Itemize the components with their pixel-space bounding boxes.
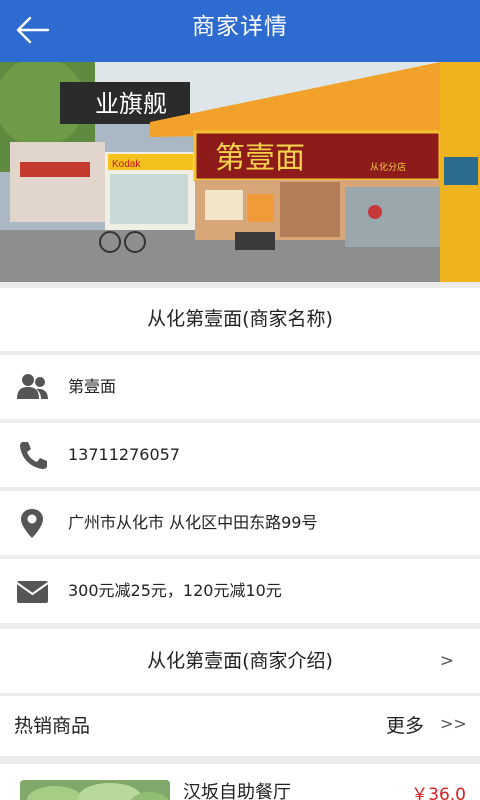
phone-row[interactable]: 13711276057 — [0, 423, 480, 487]
svg-text:Kodak: Kodak — [112, 159, 141, 170]
hot-products-header: 热销商品 更多 >> — [0, 696, 480, 756]
chevron-right-icon: > — [439, 651, 454, 671]
page-title: 商家详情 — [192, 14, 288, 40]
address-row[interactable]: 广州市从化市 从化区中田东路99号 — [0, 491, 480, 555]
product-thumbnail — [20, 780, 170, 800]
phone-text: 13711276057 — [68, 445, 180, 464]
address-text: 广州市从化市 从化区中田东路99号 — [68, 513, 318, 532]
mail-icon — [16, 581, 49, 603]
hot-products-label: 热销商品 — [14, 715, 91, 737]
merchant-intro-row[interactable]: 从化第壹面(商家介绍) > — [0, 629, 480, 693]
phone-icon — [20, 442, 47, 469]
group-icon — [17, 374, 48, 399]
more-button[interactable]: 更多 — [386, 696, 424, 756]
double-chevron-right-icon[interactable]: >> — [440, 696, 467, 752]
promo-row: 300元减25元，120元减10元 — [0, 559, 480, 623]
svg-text:第壹面: 第壹面 — [215, 141, 305, 176]
app-header: 商家详情 — [0, 0, 480, 62]
product-name: 汉坂自助餐厅 — [183, 782, 291, 800]
promo-text: 300元减25元，120元减10元 — [68, 581, 282, 600]
contact-name-row: 第壹面 — [0, 355, 480, 419]
product-price: ￥36.0 — [411, 785, 466, 800]
svg-text:从化分店: 从化分店 — [370, 161, 406, 173]
list-item[interactable]: 汉坂自助餐厅 ￥36.0 — [0, 764, 480, 800]
merchant-name: 从化第壹面(商家名称) — [0, 288, 480, 351]
merchant-photo: 业旗舰 Kodak 第壹面 从化分店 — [0, 62, 480, 282]
svg-text:业旗舰: 业旗舰 — [95, 90, 167, 118]
location-pin-icon — [21, 509, 43, 538]
contact-name-text: 第壹面 — [68, 377, 117, 396]
merchant-intro-text: 从化第壹面(商家介绍) — [147, 650, 333, 672]
